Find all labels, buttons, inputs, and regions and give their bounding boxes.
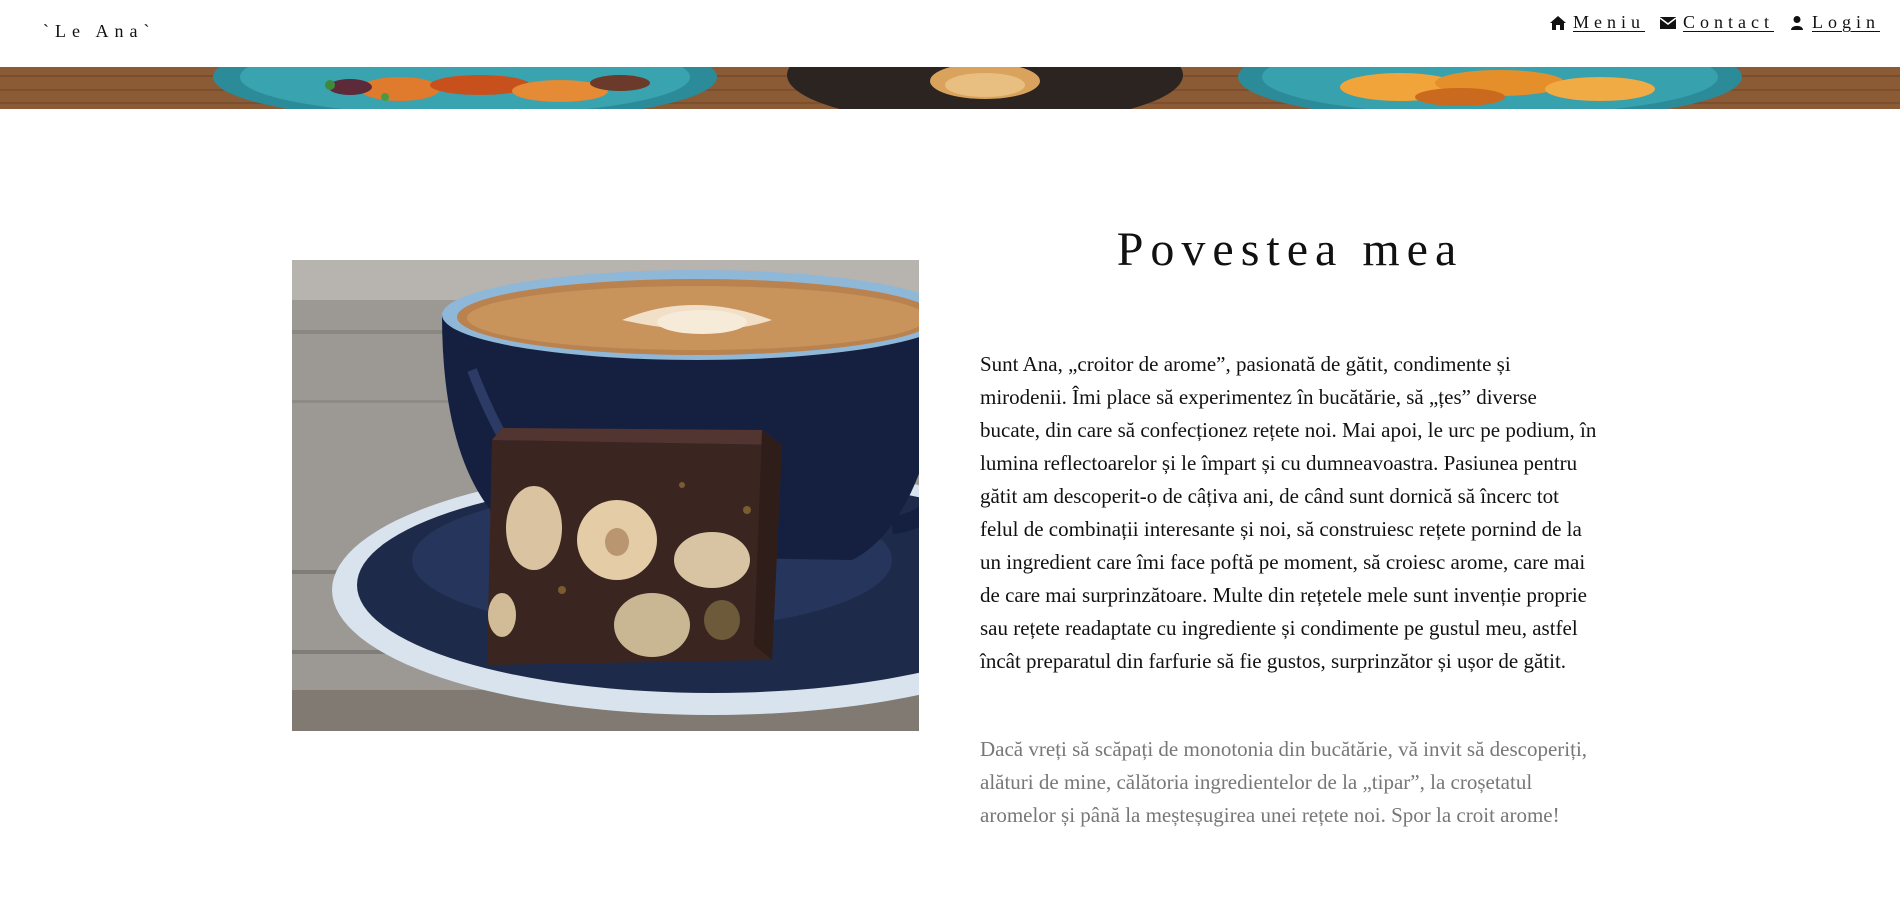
nav-link-login[interactable]: Login	[1788, 12, 1880, 33]
brand-logo[interactable]: `Le Ana`	[43, 21, 155, 42]
nav-link-contact[interactable]: Contact	[1659, 12, 1774, 33]
envelope-icon	[1659, 16, 1677, 29]
food-banner-illustration	[0, 67, 1900, 109]
story-paragraph: Sunt Ana, „croitor de arome”, pasionată …	[980, 352, 1597, 673]
main-nav: Meniu Contact Login	[1535, 12, 1880, 33]
hero-banner-image	[0, 67, 1900, 109]
nav-link-label: Contact	[1683, 12, 1774, 32]
coffee-brownie-illustration	[292, 260, 1092, 731]
story-invitation-paragraph: Dacă vreți să scăpați de monotonia din b…	[980, 737, 1588, 827]
nav-link-label: Login	[1812, 12, 1880, 32]
home-icon	[1550, 15, 1566, 30]
coffee-brownie-photo	[292, 260, 1092, 731]
user-icon	[1791, 15, 1803, 30]
top-navigation-bar: `Le Ana` Meniu Contact Login	[0, 0, 1900, 67]
page-title: Povestea mea	[1116, 223, 1464, 276]
nav-link-meniu[interactable]: Meniu	[1549, 12, 1645, 33]
nav-link-label: Meniu	[1573, 12, 1645, 32]
